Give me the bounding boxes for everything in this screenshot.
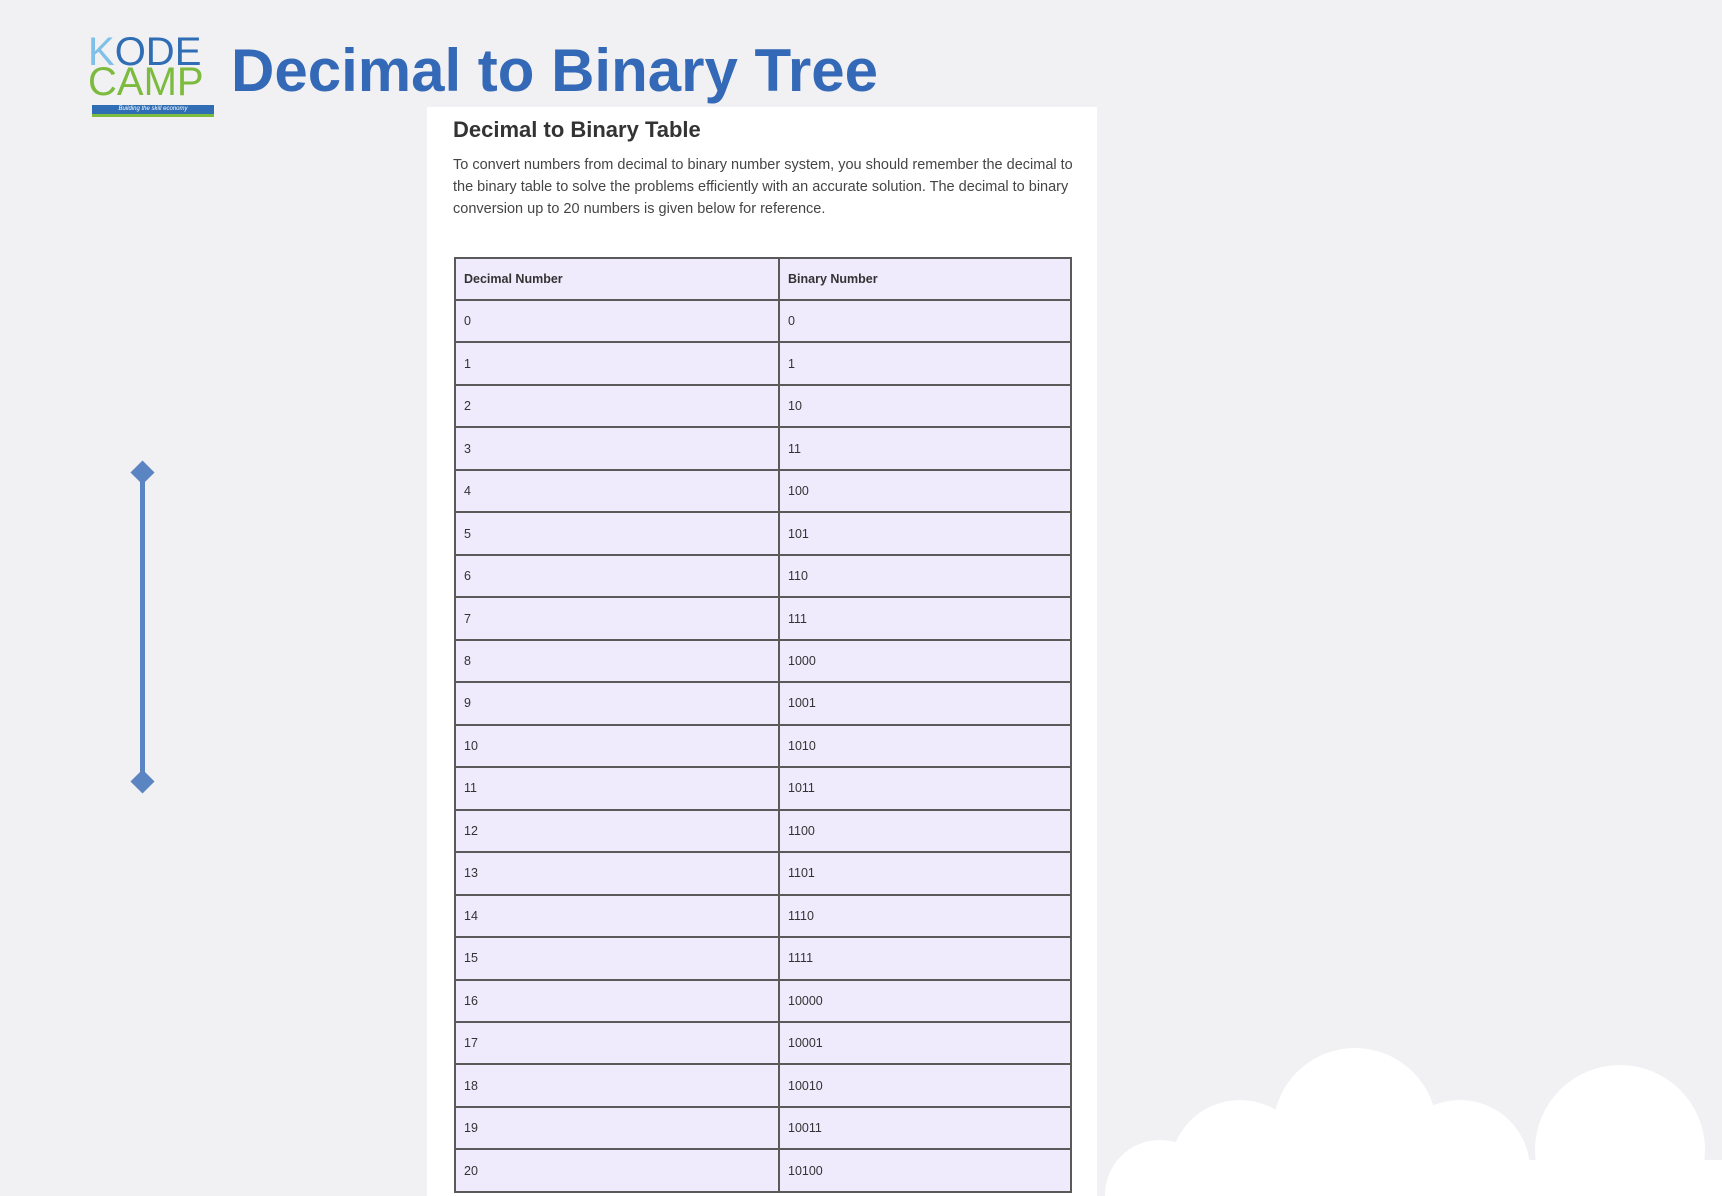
- table-row: 13 1101: [454, 851, 1072, 896]
- decimal-cell: 9: [454, 681, 780, 726]
- decimal-cell: 11: [454, 766, 780, 811]
- decimal-cell: 5: [454, 511, 780, 556]
- binary-cell: 1110: [778, 893, 1072, 939]
- timeline-bottom-diamond-icon: [130, 769, 155, 794]
- binary-cell: 111: [778, 596, 1072, 641]
- binary-cell: 10011: [778, 1105, 1072, 1151]
- timeline-line: [140, 472, 145, 780]
- table-row: 11 1011: [454, 766, 1072, 811]
- table-row: 16 10000: [454, 978, 1072, 1023]
- binary-cell: 1010: [778, 723, 1072, 769]
- table-row: 20 10100: [454, 1148, 1072, 1193]
- binary-cell: 101: [778, 511, 1072, 556]
- table-row: 5 101: [454, 511, 1072, 556]
- decimal-cell: 3: [454, 426, 780, 471]
- decimal-cell: 13: [454, 851, 780, 896]
- decimal-cell: 0: [454, 298, 780, 344]
- binary-cell: 1100: [778, 808, 1072, 854]
- table-header-row: Decimal Number Binary Number: [454, 257, 1072, 301]
- decimal-cell: 2: [454, 383, 780, 429]
- page-title: Decimal to Binary Tree: [231, 37, 878, 104]
- decimal-cell: 1: [454, 341, 780, 386]
- table-row: 00: [454, 298, 1072, 344]
- decimal-cell: 6: [454, 553, 780, 599]
- decimal-cell: 10: [454, 723, 780, 769]
- binary-cell: 10100: [778, 1148, 1072, 1193]
- binary-cell: 100: [778, 468, 1072, 514]
- table-row: 3 11: [454, 426, 1072, 471]
- decimal-cell: 19: [454, 1105, 780, 1151]
- binary-cell: 110: [778, 553, 1072, 599]
- binary-cell: 1: [778, 341, 1072, 386]
- binary-cell: 0: [778, 298, 1072, 344]
- decimal-cell: 8: [454, 638, 780, 684]
- binary-cell: 10001: [778, 1020, 1072, 1066]
- column-header-decimal: Decimal Number: [454, 257, 780, 301]
- decimal-cell: 15: [454, 936, 780, 981]
- table-row: 9 1001: [454, 681, 1072, 726]
- decimal-cell: 4: [454, 468, 780, 514]
- binary-cell: 1111: [778, 936, 1072, 981]
- logo-tagline: Building the skill economy: [92, 105, 214, 117]
- binary-cell: 1000: [778, 638, 1072, 684]
- table-row: 11: [454, 341, 1072, 386]
- decimal-cell: 12: [454, 808, 780, 854]
- binary-cell: 10: [778, 383, 1072, 429]
- binary-cell: 10000: [778, 978, 1072, 1023]
- table-row: 7 111: [454, 596, 1072, 641]
- decimal-cell: 16: [454, 978, 780, 1023]
- card-title: Decimal to Binary Table: [453, 117, 701, 142]
- card-description: To convert numbers from decimal to binar…: [453, 157, 1073, 217]
- binary-cell: 1001: [778, 681, 1072, 726]
- column-header-binary: Binary Number: [778, 257, 1072, 301]
- table-row: 19 10011: [454, 1105, 1072, 1151]
- kodecamp-logo: KODE CAMP Building the skill economy: [88, 32, 218, 118]
- table-row: 14 1110: [454, 893, 1072, 939]
- binary-cell: 1011: [778, 766, 1072, 811]
- decimal-cell: 18: [454, 1063, 780, 1108]
- table-row: 8 1000: [454, 638, 1072, 684]
- table-row: 17 10001: [454, 1020, 1072, 1066]
- decimal-cell: 20: [454, 1148, 780, 1193]
- table-row: 18 10010: [454, 1063, 1072, 1108]
- table-row: 10 1010: [454, 723, 1072, 769]
- decimal-cell: 17: [454, 1020, 780, 1066]
- binary-cell: 1101: [778, 851, 1072, 896]
- decimal-cell: 7: [454, 596, 780, 641]
- binary-cell: 11: [778, 426, 1072, 471]
- table-row: 15 1111: [454, 936, 1072, 981]
- table-row: 2 10: [454, 383, 1072, 429]
- cloud-decoration: [1105, 1048, 1722, 1196]
- logo-camp-text: CAMP: [88, 60, 204, 104]
- table-row: 12 1100: [454, 808, 1072, 854]
- binary-cell: 10010: [778, 1063, 1072, 1108]
- decimal-binary-card: Decimal to Binary Table To convert numbe…: [427, 107, 1097, 1196]
- decimal-cell: 14: [454, 893, 780, 939]
- decimal-binary-table: Decimal Number Binary Number 0 0 1 1 2 10 3 11 4…: [454, 257, 1072, 1193]
- table-row: 6 110: [454, 553, 1072, 599]
- table-row: 4 100: [454, 468, 1072, 514]
